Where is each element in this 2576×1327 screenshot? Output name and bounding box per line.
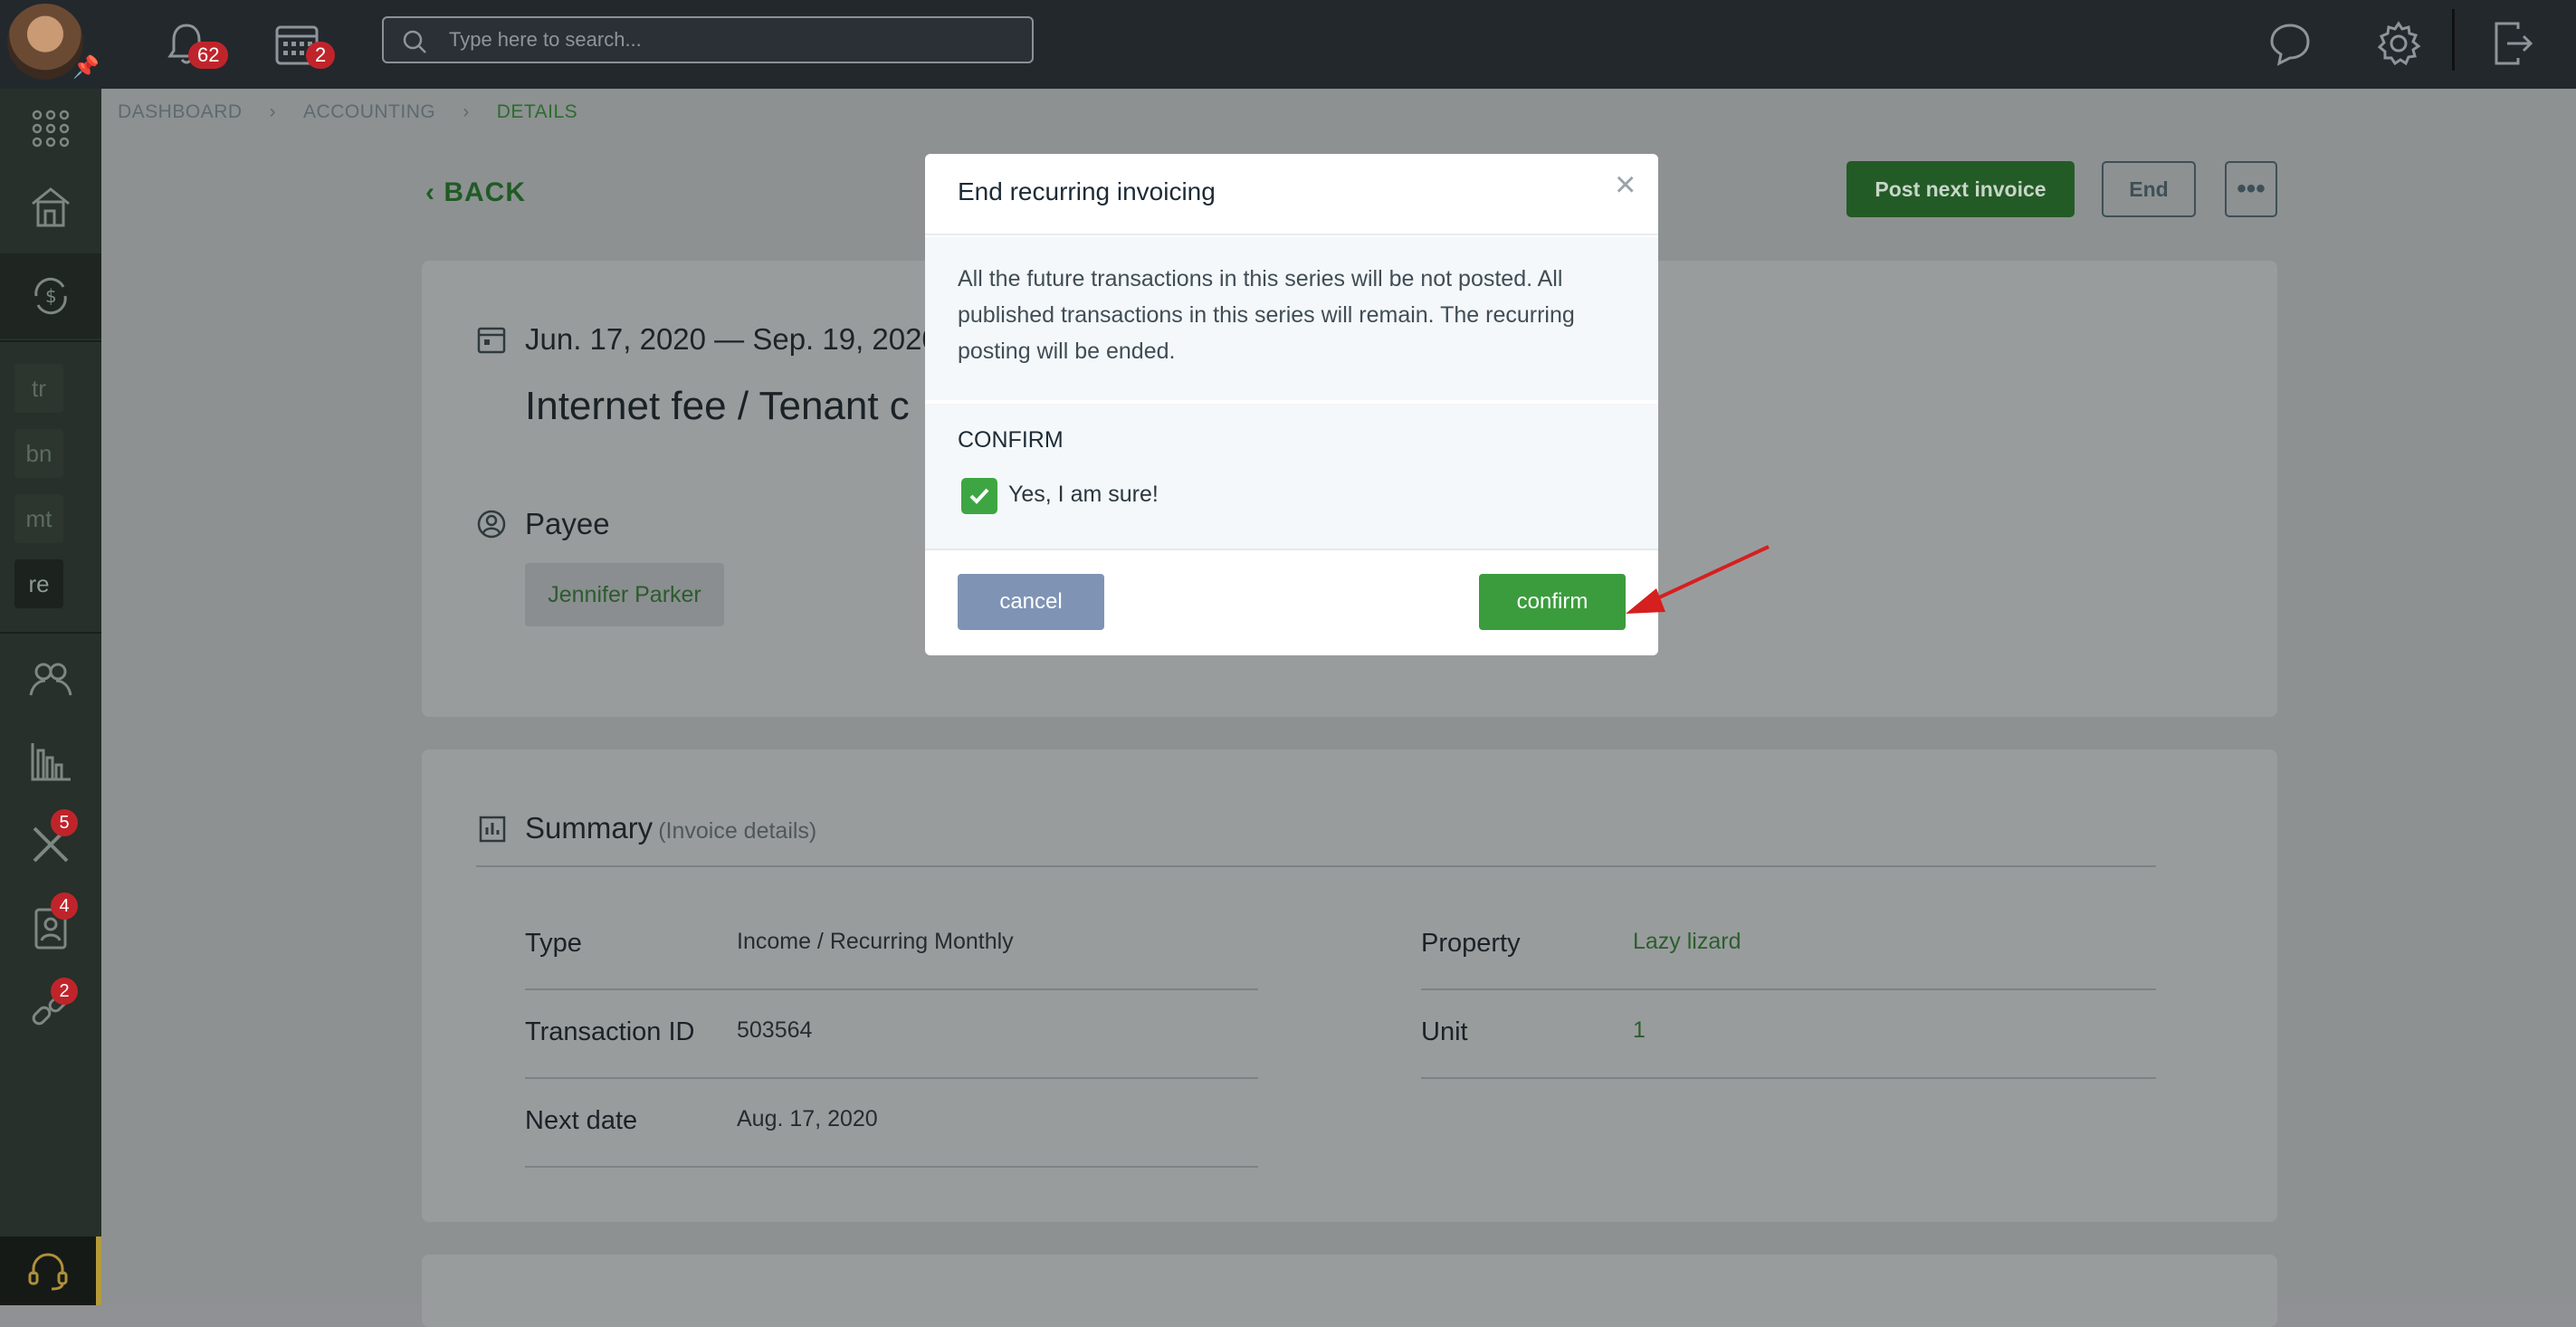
- sidebar-item-maintenance[interactable]: 5: [0, 809, 101, 880]
- sidebar-item-properties[interactable]: [0, 174, 101, 237]
- property-label: Property: [1421, 929, 1521, 958]
- breadcrumb-dashboard[interactable]: DASHBOARD: [118, 101, 243, 123]
- payee-heading: Payee: [525, 507, 610, 540]
- calendar-badge: 2: [306, 42, 336, 69]
- date-range: Jun. 17, 2020 — Sep. 19, 2020: [525, 322, 939, 356]
- sidebar-tag-re[interactable]: re: [14, 559, 63, 608]
- apps-grid-icon: [32, 110, 70, 148]
- house-icon: [32, 187, 70, 227]
- breadcrumb: DASHBOARD › ACCOUNTING › DETAILS: [118, 101, 577, 123]
- transaction-id-value: 503564: [737, 1017, 813, 1043]
- unit-link[interactable]: 1: [1633, 1017, 1646, 1044]
- sidebar-item-apps[interactable]: [0, 98, 101, 159]
- search-input[interactable]: [447, 25, 1008, 54]
- people-icon: [29, 663, 72, 696]
- sidebar-item-contacts[interactable]: 4: [0, 893, 101, 963]
- sure-checkbox[interactable]: [961, 478, 997, 514]
- breadcrumb-details: DETAILS: [496, 101, 578, 122]
- support-button[interactable]: [0, 1236, 101, 1305]
- calendar-icon: [477, 327, 506, 354]
- sidebar-item-people[interactable]: [0, 646, 101, 711]
- contacts-badge: 4: [51, 893, 78, 920]
- bar-chart-icon: [31, 743, 71, 781]
- row-divider: [1421, 1077, 2156, 1079]
- sidebar: $ tr bn mt re 5 4 2: [0, 89, 101, 1305]
- notifications-bell[interactable]: 62: [159, 16, 229, 71]
- summary-subtitle: (Invoice details): [658, 818, 817, 844]
- next-date-value: Aug. 17, 2020: [737, 1106, 878, 1131]
- more-options-button[interactable]: •••: [2225, 161, 2277, 217]
- integrations-badge: 2: [51, 978, 78, 1005]
- sidebar-item-reports[interactable]: [0, 728, 101, 795]
- dialog-section-divider: [925, 400, 1658, 404]
- summary-heading: Summary (Invoice details): [525, 811, 816, 845]
- confirm-button[interactable]: confirm: [1479, 574, 1626, 630]
- breadcrumb-accounting[interactable]: ACCOUNTING: [303, 101, 435, 123]
- next-date-label: Next date: [525, 1106, 638, 1135]
- chat-button[interactable]: [2263, 16, 2317, 71]
- transaction-id-label: Transaction ID: [525, 1017, 695, 1046]
- page-title: Internet fee / Tenant c: [525, 384, 910, 428]
- pin-icon[interactable]: 📌: [72, 54, 100, 81]
- row-divider: [1421, 988, 2156, 990]
- sidebar-item-integrations[interactable]: 2: [0, 974, 101, 1046]
- sidebar-tag-bn[interactable]: bn: [14, 429, 63, 478]
- calendar-button[interactable]: 2: [270, 16, 336, 71]
- sure-checkbox-label[interactable]: Yes, I am sure!: [1008, 482, 1159, 508]
- search-box[interactable]: [382, 16, 1034, 63]
- dialog-header: End recurring invoicing ×: [925, 154, 1658, 235]
- row-divider: [525, 1077, 1258, 1079]
- back-link[interactable]: ‹ BACK: [425, 177, 526, 208]
- gear-icon: [2377, 21, 2421, 66]
- chat-icon: [2270, 24, 2310, 66]
- confirm-heading: CONFIRM: [958, 427, 1064, 453]
- payee-chip[interactable]: Jennifer Parker: [525, 563, 724, 626]
- maintenance-badge: 5: [51, 809, 78, 836]
- sidebar-tag-mt[interactable]: mt: [14, 494, 63, 543]
- notifications-badge: 62: [188, 42, 229, 69]
- dialog-title: End recurring invoicing: [958, 177, 1216, 205]
- summary-divider: [476, 865, 2156, 867]
- post-next-invoice-button[interactable]: Post next invoice: [1846, 161, 2075, 217]
- annotation-arrow-icon: [1626, 545, 1770, 614]
- property-link[interactable]: Lazy lizard: [1633, 929, 1741, 955]
- chevron-left-icon: ‹: [425, 177, 444, 207]
- chart-icon: [479, 816, 506, 843]
- svg-text:$: $: [45, 285, 57, 307]
- top-bar: 📌 62 2: [0, 0, 2576, 89]
- unit-label: Unit: [1421, 1017, 1468, 1046]
- user-circle-icon: [477, 510, 506, 539]
- row-divider: [525, 988, 1258, 990]
- sidebar-divider: [0, 632, 101, 634]
- search-icon: [403, 30, 426, 53]
- back-label: BACK: [444, 177, 526, 207]
- settings-button[interactable]: [2371, 16, 2426, 71]
- end-recurring-dialog: End recurring invoicing × All the future…: [925, 154, 1658, 655]
- checkmark-icon: [969, 488, 989, 504]
- chevron-right-icon: ›: [269, 101, 277, 122]
- logout-icon: [2495, 22, 2533, 65]
- dialog-message: All the future transactions in this seri…: [958, 266, 1575, 364]
- dialog-footer-divider: [925, 549, 1658, 550]
- next-card: [422, 1255, 2277, 1327]
- logout-button[interactable]: [2484, 16, 2538, 71]
- topbar-divider: [2452, 9, 2455, 71]
- sidebar-tag-tr[interactable]: tr: [14, 364, 63, 413]
- row-divider: [525, 1166, 1258, 1168]
- sidebar-divider: [0, 340, 101, 342]
- headset-icon: [28, 1253, 68, 1291]
- sidebar-item-accounting[interactable]: $: [0, 253, 101, 339]
- cancel-button[interactable]: cancel: [958, 574, 1104, 630]
- close-icon[interactable]: ×: [1615, 167, 1636, 203]
- end-button[interactable]: End: [2102, 161, 2196, 217]
- chevron-right-icon: ›: [463, 101, 470, 122]
- type-label: Type: [525, 929, 582, 958]
- accounting-cycle-icon: $: [34, 277, 67, 315]
- type-value: Income / Recurring Monthly: [737, 929, 1014, 954]
- summary-title: Summary: [525, 811, 654, 845]
